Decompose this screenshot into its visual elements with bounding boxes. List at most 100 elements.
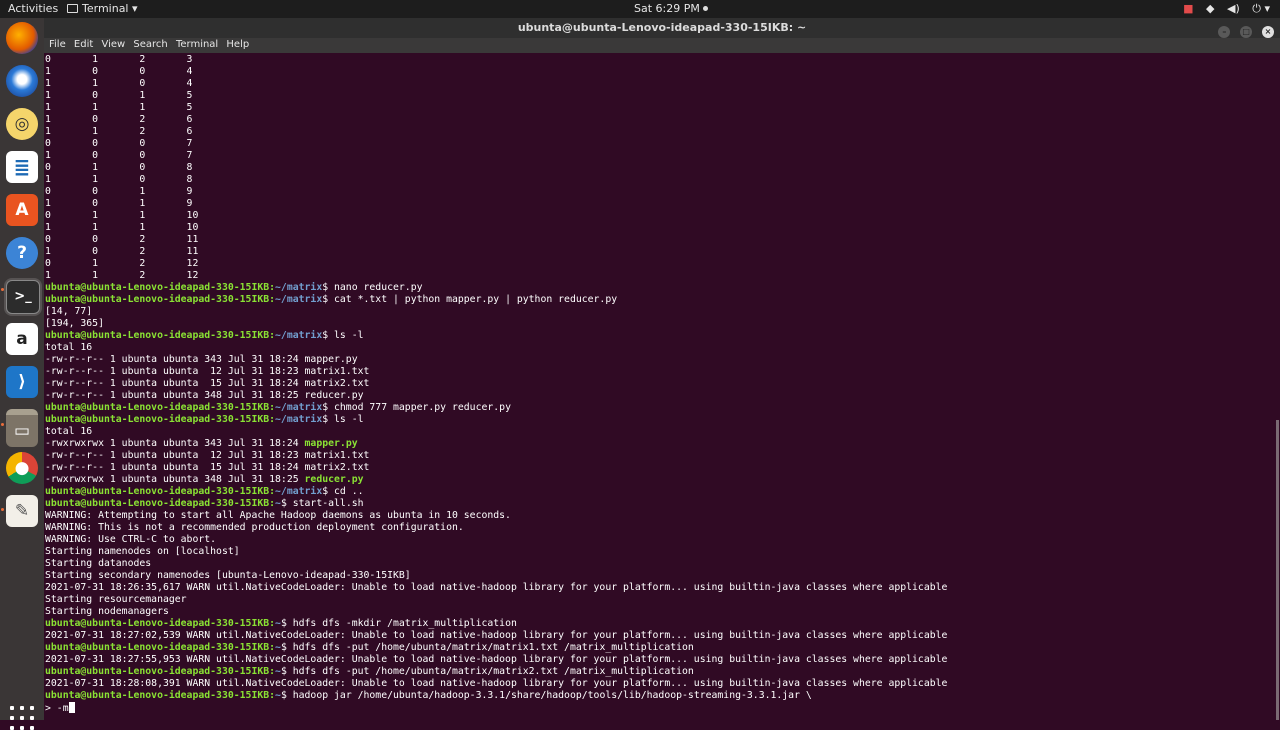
line-text: Starting resourcemanager <box>45 594 187 605</box>
prompt-user: ubunta@ubunta-Lenovo-ideapad-330-15IKB: <box>45 618 276 629</box>
terminal-icon <box>67 4 78 13</box>
terminal-line: ubunta@ubunta-Lenovo-ideapad-330-15IKB:~… <box>45 402 1275 414</box>
menu-terminal[interactable]: Terminal <box>176 39 218 50</box>
menu-help[interactable]: Help <box>226 39 249 50</box>
text-editor-icon[interactable]: ✎ <box>6 495 38 527</box>
prompt-user: ubunta@ubunta-Lenovo-ideapad-330-15IKB: <box>45 690 276 701</box>
running-indicator <box>1 423 4 426</box>
terminal-line: 0 1 2 3 <box>45 54 1275 66</box>
clock[interactable]: Sat 6:29 PM <box>634 2 708 15</box>
libreoffice-writer-icon[interactable]: ≣ <box>6 151 38 183</box>
command-text: $ hdfs dfs -put /home/ubunta/matrix/matr… <box>280 642 694 653</box>
terminal-line: 1 0 2 6 <box>45 114 1275 126</box>
terminal-line: 0 1 0 8 <box>45 162 1275 174</box>
command-text: $ start-all.sh <box>280 498 364 509</box>
terminal-line: 2021-07-31 18:27:55,953 WARN util.Native… <box>45 654 1275 666</box>
line-text: 1 1 1 10 <box>45 222 199 233</box>
line-text: 1 0 1 9 <box>45 198 193 209</box>
line-text: total 16 <box>45 426 93 437</box>
line-text: 0 0 1 9 <box>45 186 193 197</box>
line-text: -rwxrwxrwx 1 ubunta ubunta 348 Jul 31 18… <box>45 474 305 485</box>
prompt-path: ~/matrix <box>275 402 323 413</box>
terminal-line: 2021-07-31 18:28:08,391 WARN util.Native… <box>45 678 1275 690</box>
record-icon[interactable]: ■ <box>1183 2 1193 15</box>
terminal-line: -rwxrwxrwx 1 ubunta ubunta 343 Jul 31 18… <box>45 438 1275 450</box>
terminal-line: ubunta@ubunta-Lenovo-ideapad-330-15IKB:~… <box>45 486 1275 498</box>
window-titlebar[interactable]: ubunta@ubunta-Lenovo-ideapad-330-15IKB: … <box>44 18 1280 38</box>
terminal-line: -rw-r--r-- 1 ubunta ubunta 12 Jul 31 18:… <box>45 366 1275 378</box>
terminal-line: -rw-r--r-- 1 ubunta ubunta 348 Jul 31 18… <box>45 390 1275 402</box>
maximize-button[interactable]: □ <box>1240 26 1253 38</box>
power-icon[interactable]: ⏻ ▾ <box>1252 2 1270 15</box>
line-text: 1 0 0 7 <box>45 150 193 161</box>
terminal-line: 1 0 1 9 <box>45 198 1275 210</box>
text-cursor <box>68 702 75 713</box>
software-center-icon[interactable]: A <box>6 194 38 226</box>
terminal-output[interactable]: 0 1 2 31 0 0 41 1 0 41 0 1 51 1 1 51 0 2… <box>45 54 1275 720</box>
command-text: $ chmod 777 mapper.py reducer.py <box>322 402 511 413</box>
terminal-line: [14, 77] <box>45 306 1275 318</box>
command-text: $ hdfs dfs -put /home/ubunta/matrix/matr… <box>280 666 694 677</box>
thunderbird-icon[interactable] <box>6 65 38 97</box>
files-icon[interactable]: ▭ <box>6 409 38 447</box>
terminal-line: total 16 <box>45 342 1275 354</box>
prompt-user: ubunta@ubunta-Lenovo-ideapad-330-15IKB: <box>45 282 276 293</box>
terminal-line: 0 0 1 9 <box>45 186 1275 198</box>
prompt-user: ubunta@ubunta-Lenovo-ideapad-330-15IKB: <box>45 498 276 509</box>
terminal-line: 0 1 2 12 <box>45 258 1275 270</box>
firefox-icon[interactable] <box>6 22 38 54</box>
running-indicator <box>1 288 4 291</box>
terminal-line: [194, 365] <box>45 318 1275 330</box>
line-text: -rwxrwxrwx 1 ubunta ubunta 343 Jul 31 18… <box>45 438 305 449</box>
vscode-icon[interactable]: ⟩ <box>6 366 38 398</box>
prompt-user: ubunta@ubunta-Lenovo-ideapad-330-15IKB: <box>45 486 276 497</box>
line-text: 2021-07-31 18:27:02,539 WARN util.Native… <box>45 630 948 641</box>
close-button[interactable]: × <box>1262 26 1274 38</box>
terminal-line: ubunta@ubunta-Lenovo-ideapad-330-15IKB:~… <box>45 414 1275 426</box>
line-text: 1 1 2 6 <box>45 126 193 137</box>
command-text: $ hdfs dfs -mkdir /matrix_multiplication <box>280 618 517 629</box>
command-text: $ ls -l <box>322 330 364 341</box>
help-icon[interactable]: ? <box>6 237 38 269</box>
terminal-line: Starting secondary namenodes [ubunta-Len… <box>45 570 1275 582</box>
terminal-line: ubunta@ubunta-Lenovo-ideapad-330-15IKB:~… <box>45 330 1275 342</box>
amazon-icon[interactable]: a <box>6 323 38 355</box>
dock: ◎ ≣ A ? >_ a ⟩ ▭ ● ✎ <box>0 18 44 730</box>
command-text: $ ls -l <box>322 414 364 425</box>
terminal-line: -rw-r--r-- 1 ubunta ubunta 343 Jul 31 18… <box>45 354 1275 366</box>
terminal-line: 2021-07-31 18:27:02,539 WARN util.Native… <box>45 630 1275 642</box>
minimize-button[interactable]: – <box>1218 26 1231 38</box>
scrollbar[interactable] <box>1276 420 1279 720</box>
executable-file-name: mapper.py <box>304 438 358 449</box>
chrome-icon[interactable]: ● <box>6 452 38 484</box>
volume-icon[interactable]: ◀) <box>1227 2 1240 15</box>
line-text: [194, 365] <box>45 318 104 329</box>
line-text: total 16 <box>45 342 93 353</box>
line-text: Starting namenodes on [localhost] <box>45 546 240 557</box>
menu-file[interactable]: File <box>49 39 66 50</box>
line-text: 2021-07-31 18:28:08,391 WARN util.Native… <box>45 678 948 689</box>
app-menu[interactable]: Terminal ▾ <box>67 2 138 15</box>
rhythmbox-icon[interactable]: ◎ <box>6 108 38 140</box>
menu-search[interactable]: Search <box>133 39 167 50</box>
terminal-line: WARNING: Use CTRL-C to abort. <box>45 534 1275 546</box>
show-applications-icon[interactable] <box>10 706 34 730</box>
prompt-path: ~/matrix <box>275 486 323 497</box>
terminal-line: Starting resourcemanager <box>45 594 1275 606</box>
line-text: -rw-r--r-- 1 ubunta ubunta 12 Jul 31 18:… <box>45 450 370 461</box>
input-text: > -m <box>45 703 69 714</box>
terminal-line: ubunta@ubunta-Lenovo-ideapad-330-15IKB:~… <box>45 294 1275 306</box>
prompt-user: ubunta@ubunta-Lenovo-ideapad-330-15IKB: <box>45 330 276 341</box>
menu-edit[interactable]: Edit <box>74 39 93 50</box>
terminal-line: 0 0 0 7 <box>45 138 1275 150</box>
line-text: -rw-r--r-- 1 ubunta ubunta 348 Jul 31 18… <box>45 390 364 401</box>
network-icon[interactable]: ◆ <box>1206 2 1214 15</box>
terminal-icon[interactable]: >_ <box>6 280 40 314</box>
activities-button[interactable]: Activities <box>8 2 58 15</box>
terminal-line: -rw-r--r-- 1 ubunta ubunta 12 Jul 31 18:… <box>45 450 1275 462</box>
line-text: 1 0 2 11 <box>45 246 199 257</box>
menu-view[interactable]: View <box>101 39 125 50</box>
line-text: 1 0 0 4 <box>45 66 193 77</box>
terminal-line: 2021-07-31 18:26:35,617 WARN util.Native… <box>45 582 1275 594</box>
system-tray[interactable]: ■ ◆ ◀) ⏻ ▾ <box>1174 2 1270 16</box>
